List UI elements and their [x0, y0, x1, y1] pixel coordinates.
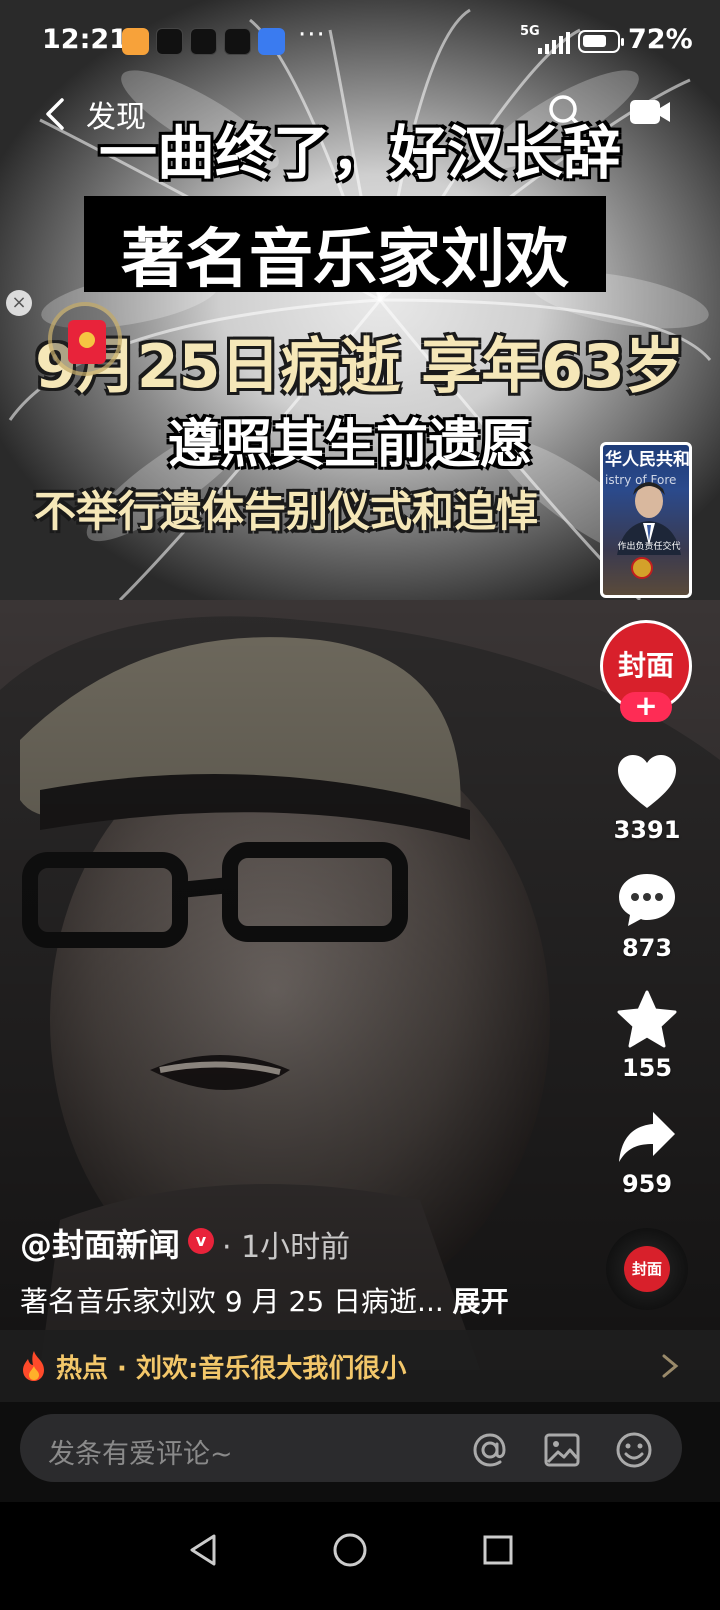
status-time: 12:21 [42, 24, 128, 55]
more-notifications-icon: ··· [298, 20, 326, 50]
comment-button[interactable]: 873 [608, 872, 686, 962]
comment-icon [619, 874, 675, 926]
red-packet-widget[interactable] [48, 302, 122, 376]
battery-percent: 72% [628, 24, 693, 55]
hot-topic-bar[interactable]: 热点 · 刘欢:音乐很大我们很小 [0, 1330, 720, 1402]
national-emblem-icon [631, 557, 653, 579]
recents-square-icon[interactable] [478, 1530, 518, 1570]
music-disc[interactable]: 封面 [606, 1228, 688, 1310]
tiktok-notification-icon [190, 28, 217, 55]
favorite-button[interactable]: 155 [608, 990, 686, 1082]
comment-bar: 发条有爱评论~ [0, 1402, 720, 1502]
caption-line-2: 著名音乐家刘欢 [121, 223, 569, 297]
star-icon [617, 990, 677, 1048]
like-button[interactable]: 3391 [608, 754, 686, 844]
caption-line-4: 遵照其生前遗愿 [167, 415, 532, 475]
tiktok-notification-icon [156, 28, 183, 55]
music-disc-label: 封面 [624, 1246, 670, 1292]
description-text: 著名音乐家刘欢 9 月 25 日病逝... [20, 1285, 453, 1318]
system-navigation-bar [0, 1502, 720, 1610]
image-icon[interactable] [542, 1430, 582, 1470]
verified-badge-icon: v [188, 1228, 214, 1254]
mention-icon[interactable] [470, 1430, 510, 1470]
emoji-icon[interactable] [614, 1430, 654, 1470]
hot-topic-text: 热点 · 刘欢:音乐很大我们很小 [56, 1354, 407, 1384]
author-name[interactable]: @封面新闻 [20, 1220, 180, 1266]
comment-input[interactable]: 发条有爱评论~ [20, 1414, 682, 1482]
share-count: 959 [621, 1170, 673, 1198]
like-count: 3391 [613, 816, 681, 844]
chevron-right-icon [662, 1354, 679, 1378]
pip-caption: 作出负责任交代 [617, 542, 681, 552]
red-envelope-icon [68, 320, 106, 364]
post-description: 著名音乐家刘欢 9 月 25 日病逝... 展开 [20, 1280, 509, 1320]
close-icon[interactable]: × [6, 290, 32, 316]
caption-line-1: 一曲终了，好汉长辞 [98, 119, 621, 187]
fire-icon [23, 1351, 44, 1381]
expand-link[interactable]: 展开 [453, 1285, 509, 1318]
home-circle-icon[interactable] [330, 1530, 370, 1570]
back-triangle-icon[interactable] [184, 1530, 224, 1570]
caption-line-5: 不举行遗体告别仪式和追悼 [34, 487, 539, 536]
favorite-count: 155 [621, 1054, 673, 1082]
comment-placeholder: 发条有爱评论~ [48, 1439, 233, 1470]
comment-count: 873 [621, 934, 673, 962]
picture-in-picture-video[interactable]: 华人民共和 istry of Fore 作出负责任交代 [600, 442, 692, 598]
heart-icon [618, 755, 676, 808]
status-bar: 12:21 ··· 5G 72% [0, 0, 720, 84]
share-button[interactable]: 959 [608, 1110, 686, 1198]
tiktok-notification-icon [224, 28, 251, 55]
notification-app-icon [122, 28, 149, 55]
signal-strength-icon [538, 32, 570, 54]
battery-icon [578, 30, 624, 53]
post-time: · 1小时前 [222, 1230, 351, 1265]
shield-notification-icon [258, 28, 285, 55]
follow-button[interactable]: + [620, 692, 672, 722]
share-arrow-icon [619, 1112, 675, 1162]
